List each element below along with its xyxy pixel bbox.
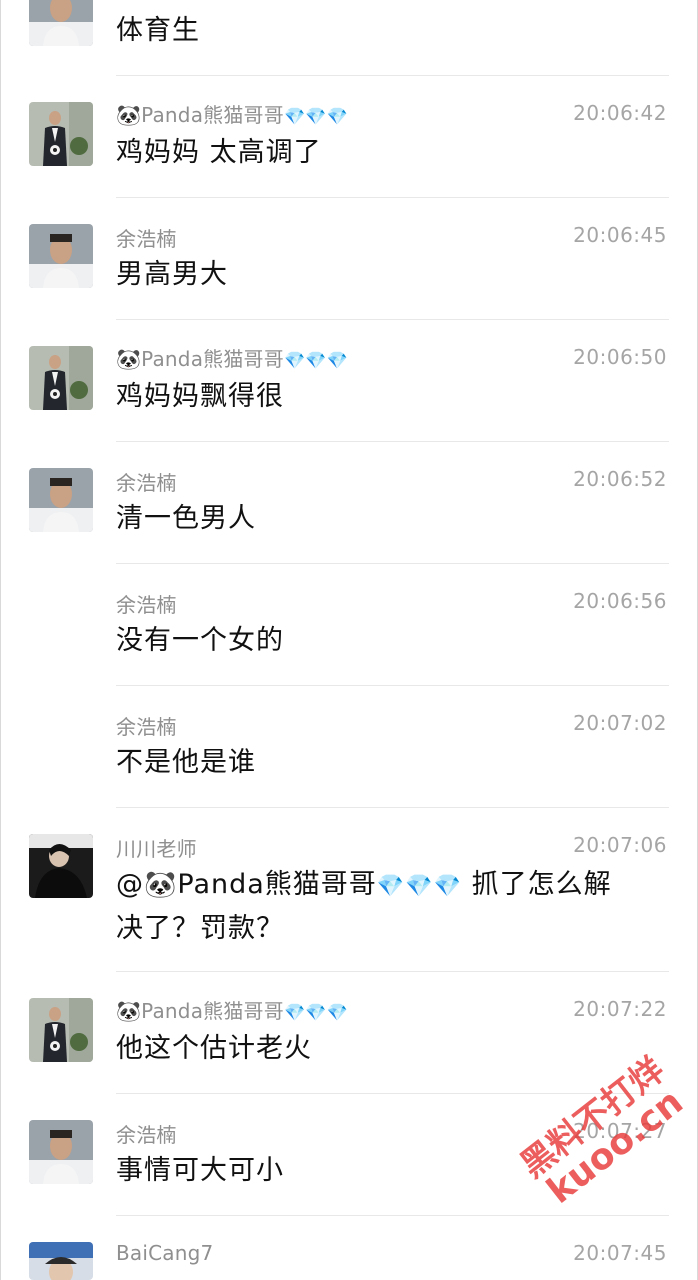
- avatar[interactable]: [29, 1120, 93, 1184]
- message-text: 鸡妈妈飘得很: [116, 381, 284, 412]
- diamond-icon: 💎: [305, 351, 327, 371]
- diamond-icon: 💎: [326, 1003, 349, 1023]
- avatar[interactable]: [29, 468, 93, 532]
- diamond-icon: 💎: [283, 107, 306, 127]
- timestamp: 20:06:50: [573, 345, 667, 369]
- divider: [116, 971, 669, 972]
- divider: [116, 319, 669, 320]
- message-text: 不是他是谁: [116, 747, 256, 778]
- divider: [116, 807, 669, 808]
- man-white-shirt-avatar: [29, 468, 93, 532]
- person-black-avatar: [29, 834, 93, 898]
- man-white-shirt-avatar: [29, 224, 93, 288]
- timestamp: 20:07:02: [573, 711, 667, 735]
- diamond-icon: 💎: [376, 874, 406, 899]
- message-text: 清一色男人: [116, 503, 256, 534]
- message-text: 他这个估计老火: [116, 1033, 312, 1064]
- man-suit-avatar: [29, 102, 93, 166]
- timestamp: 20:06:42: [573, 101, 667, 125]
- divider: [116, 197, 669, 198]
- message-text: @🐼Panda熊猫哥哥💎💎💎 抓了怎么解 决了？罚款？: [116, 864, 661, 950]
- divider: [116, 1215, 669, 1216]
- avatar[interactable]: [29, 102, 93, 166]
- divider: [116, 685, 669, 686]
- timestamp: 20:07:22: [573, 997, 667, 1021]
- diamond-icon: 💎: [405, 874, 434, 899]
- panda-icon: 🐼: [116, 999, 142, 1023]
- sender-name[interactable]: 🐼Panda熊猫哥哥💎💎💎: [116, 995, 348, 1024]
- diamond-icon: 💎: [283, 351, 306, 371]
- message-text: 男高男大: [116, 259, 228, 290]
- man-suit-avatar: [29, 346, 93, 410]
- timestamp: 20:06:52: [573, 467, 667, 491]
- diamond-icon: 💎: [326, 351, 349, 371]
- avatar[interactable]: [29, 224, 93, 288]
- man-white-shirt-avatar: [29, 0, 93, 46]
- panda-icon: 🐼: [116, 103, 142, 127]
- mention-link[interactable]: @🐼Panda熊猫哥哥💎💎💎: [116, 869, 462, 900]
- timestamp: 20:07:45: [573, 1241, 667, 1265]
- person-cap-avatar: [29, 1242, 93, 1280]
- message-text: 鸡妈妈 太高调了: [116, 137, 322, 168]
- message-text: 体育生: [116, 15, 200, 46]
- man-suit-avatar: [29, 998, 93, 1062]
- sender-name[interactable]: 🐼Panda熊猫哥哥💎💎💎: [116, 99, 348, 128]
- sender-name[interactable]: 川川老师: [116, 833, 197, 862]
- diamond-icon: 💎: [305, 1003, 327, 1023]
- diamond-icon: 💎: [305, 107, 327, 127]
- sender-name[interactable]: 余浩楠: [116, 589, 177, 618]
- watermark-line2: kuoo.cn: [539, 1081, 691, 1213]
- timestamp: 20:06:45: [573, 223, 667, 247]
- avatar[interactable]: [29, 346, 93, 410]
- sender-name[interactable]: 余浩楠: [116, 1119, 177, 1148]
- divider: [116, 441, 669, 442]
- divider: [116, 1093, 669, 1094]
- panda-icon: 🐼: [144, 870, 178, 900]
- man-white-shirt-avatar: [29, 1120, 93, 1184]
- diamond-icon: 💎: [433, 874, 463, 899]
- diamond-icon: 💎: [326, 107, 349, 127]
- message-text: 没有一个女的: [116, 625, 284, 656]
- sender-name[interactable]: 余浩楠: [116, 467, 177, 496]
- avatar[interactable]: [29, 834, 93, 898]
- avatar[interactable]: [29, 0, 93, 46]
- message-line: @🐼Panda熊猫哥哥💎💎💎 抓了怎么解: [116, 869, 612, 900]
- avatar[interactable]: [29, 998, 93, 1062]
- timestamp: 20:06:56: [573, 589, 667, 613]
- sender-name[interactable]: 🐼Panda熊猫哥哥💎💎💎: [116, 343, 348, 372]
- sender-name[interactable]: 余浩楠: [116, 223, 177, 252]
- message-line: 决了？罚款？: [116, 913, 284, 944]
- divider: [116, 75, 669, 76]
- panda-icon: 🐼: [116, 347, 142, 371]
- avatar[interactable]: [29, 1242, 93, 1280]
- sender-name[interactable]: 余浩楠: [116, 711, 177, 740]
- message-text: 事情可大可小: [116, 1155, 284, 1186]
- sender-name[interactable]: BaiCang7: [116, 1241, 213, 1265]
- timestamp: 20:07:06: [573, 833, 667, 857]
- divider: [116, 563, 669, 564]
- left-frame-border: [0, 0, 1, 1280]
- diamond-icon: 💎: [283, 1003, 306, 1023]
- timestamp: 20:07:27: [573, 1119, 667, 1143]
